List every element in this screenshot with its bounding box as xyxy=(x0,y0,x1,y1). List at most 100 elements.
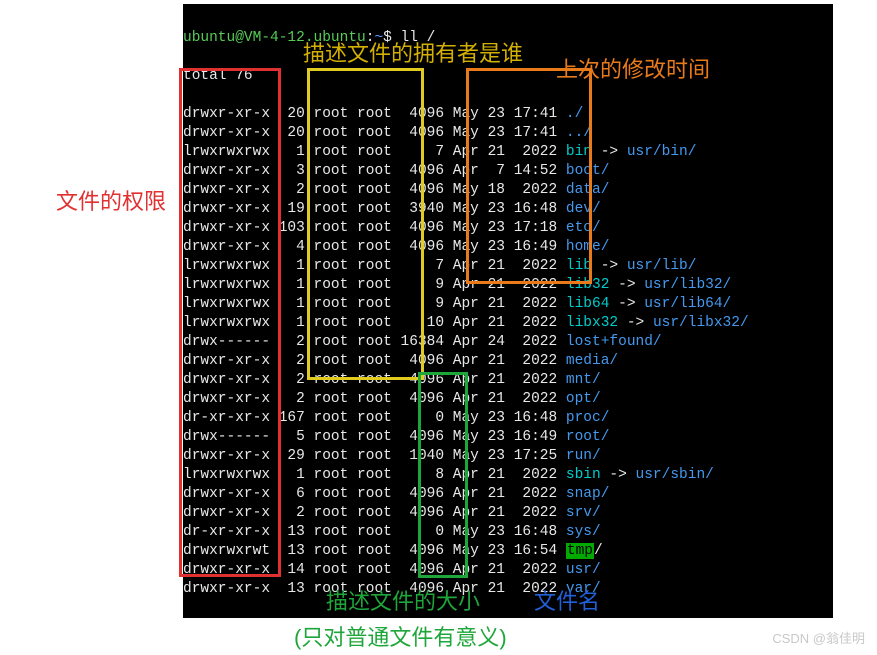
file-size: 4096 xyxy=(392,543,444,559)
file-links: 13 xyxy=(270,543,305,559)
anno-size: 描述文件的大小 xyxy=(326,584,480,616)
file-size: 7 xyxy=(392,144,444,160)
listing-row: lrwxrwxrwx 1 root root 10 Apr 21 2022 li… xyxy=(183,314,833,333)
file-owner: root xyxy=(314,182,349,198)
file-size: 4096 xyxy=(392,163,444,179)
file-owner: root xyxy=(314,296,349,312)
file-permissions: drwxrwxrwt xyxy=(183,543,270,559)
file-permissions: drwxr-xr-x xyxy=(183,448,270,464)
file-size: 10 xyxy=(392,315,444,331)
listing-row: lrwxrwxrwx 1 root root 9 Apr 21 2022 lib… xyxy=(183,295,833,314)
file-date: Apr 21 2022 xyxy=(453,315,557,331)
listing-row: lrwxrwxrwx 1 root root 9 Apr 21 2022 lib… xyxy=(183,276,833,295)
file-links: 14 xyxy=(270,562,305,578)
listing-row: drwxr-xr-x 20 root root 4096 May 23 17:4… xyxy=(183,124,833,143)
file-owner: root xyxy=(314,163,349,179)
file-permissions: drwxr-xr-x xyxy=(183,505,270,521)
file-name: dev/ xyxy=(566,201,601,217)
file-owner: root xyxy=(314,353,349,369)
file-group: root xyxy=(357,391,392,407)
file-permissions: drwxr-xr-x xyxy=(183,220,270,236)
file-date: May 23 16:49 xyxy=(453,429,557,445)
file-size: 4096 xyxy=(392,239,444,255)
listing-row: drwxr-xr-x 19 root root 3940 May 23 16:4… xyxy=(183,200,833,219)
file-owner: root xyxy=(314,505,349,521)
file-owner: root xyxy=(314,410,349,426)
file-permissions: lrwxrwxrwx xyxy=(183,296,270,312)
file-date: May 18 2022 xyxy=(453,182,557,198)
listing-row: drwx------ 5 root root 4096 May 23 16:49… xyxy=(183,428,833,447)
file-group: root xyxy=(357,562,392,578)
listing-row: drwxr-xr-x 4 root root 4096 May 23 16:49… xyxy=(183,238,833,257)
file-owner: root xyxy=(314,334,349,350)
link-target: usr/libx32/ xyxy=(653,315,749,331)
file-group: root xyxy=(357,163,392,179)
file-group: root xyxy=(357,524,392,540)
listing-row: drwx------ 2 root root 16384 Apr 24 2022… xyxy=(183,333,833,352)
link-target: usr/lib32/ xyxy=(644,277,731,293)
file-name: run/ xyxy=(566,448,601,464)
file-owner: root xyxy=(314,562,349,578)
listing-row: drwxr-xr-x 13 root root 4096 Apr 21 2022… xyxy=(183,580,833,599)
file-links: 1 xyxy=(270,258,305,274)
file-owner: root xyxy=(314,448,349,464)
file-links: 5 xyxy=(270,429,305,445)
file-permissions: drwxr-xr-x xyxy=(183,486,270,502)
file-permissions: lrwxrwxrwx xyxy=(183,467,270,483)
file-group: root xyxy=(357,315,392,331)
file-owner: root xyxy=(314,486,349,502)
file-owner: root xyxy=(314,220,349,236)
file-date: May 23 16:48 xyxy=(453,524,557,540)
listing-row: drwxr-xr-x 2 root root 4096 Apr 21 2022 … xyxy=(183,504,833,523)
file-group: root xyxy=(357,334,392,350)
anno-size-note: (只对普通文件有意义) xyxy=(294,620,507,652)
anno-mtime: 上次的修改时间 xyxy=(556,52,710,84)
file-size: 4096 xyxy=(392,391,444,407)
file-size: 4096 xyxy=(392,353,444,369)
file-permissions: drwxr-xr-x xyxy=(183,562,270,578)
file-name: media/ xyxy=(566,353,618,369)
file-permissions: drwxr-xr-x xyxy=(183,353,270,369)
file-permissions: drwxr-xr-x xyxy=(183,372,270,388)
file-permissions: lrwxrwxrwx xyxy=(183,315,270,331)
file-links: 2 xyxy=(270,372,305,388)
file-name: sys/ xyxy=(566,524,601,540)
listing-row: dr-xr-xr-x 167 root root 0 May 23 16:48 … xyxy=(183,409,833,428)
listing-row: drwxr-xr-x 14 root root 4096 Apr 21 2022… xyxy=(183,561,833,580)
file-group: root xyxy=(357,353,392,369)
anno-owner: 描述文件的拥有者是谁 xyxy=(303,36,523,68)
file-date: May 23 16:49 xyxy=(453,239,557,255)
file-permissions: dr-xr-xr-x xyxy=(183,410,270,426)
file-group: root xyxy=(357,429,392,445)
listing-row: drwxr-xr-x 20 root root 4096 May 23 17:4… xyxy=(183,105,833,124)
listing-row: drwxr-xr-x 29 root root 1040 May 23 17:2… xyxy=(183,447,833,466)
listing-row: drwxr-xr-x 2 root root 4096 Apr 21 2022 … xyxy=(183,390,833,409)
file-owner: root xyxy=(314,372,349,388)
file-links: 1 xyxy=(270,277,305,293)
link-target: usr/lib64/ xyxy=(644,296,731,312)
file-group: root xyxy=(357,182,392,198)
file-links: 19 xyxy=(270,201,305,217)
listing-row: drwxrwxrwt 13 root root 4096 May 23 16:5… xyxy=(183,542,833,561)
file-permissions: drwx------ xyxy=(183,334,270,350)
file-permissions: drwxr-xr-x xyxy=(183,391,270,407)
file-links: 29 xyxy=(270,448,305,464)
file-group: root xyxy=(357,201,392,217)
file-owner: root xyxy=(314,277,349,293)
file-size: 0 xyxy=(392,410,444,426)
file-owner: root xyxy=(314,125,349,141)
file-permissions: drwxr-xr-x xyxy=(183,182,270,198)
file-links: 1 xyxy=(270,467,305,483)
listing-row: drwxr-xr-x 6 root root 4096 Apr 21 2022 … xyxy=(183,485,833,504)
file-group: root xyxy=(357,220,392,236)
file-owner: root xyxy=(314,524,349,540)
file-owner: root xyxy=(314,258,349,274)
file-name: lost+found/ xyxy=(566,334,662,350)
file-date: May 23 16:54 xyxy=(453,543,557,559)
file-links: 1 xyxy=(270,144,305,160)
file-links: 20 xyxy=(270,125,305,141)
file-permissions: lrwxrwxrwx xyxy=(183,144,270,160)
file-permissions: drwxr-xr-x xyxy=(183,125,270,141)
file-group: root xyxy=(357,448,392,464)
file-size: 4096 xyxy=(392,429,444,445)
